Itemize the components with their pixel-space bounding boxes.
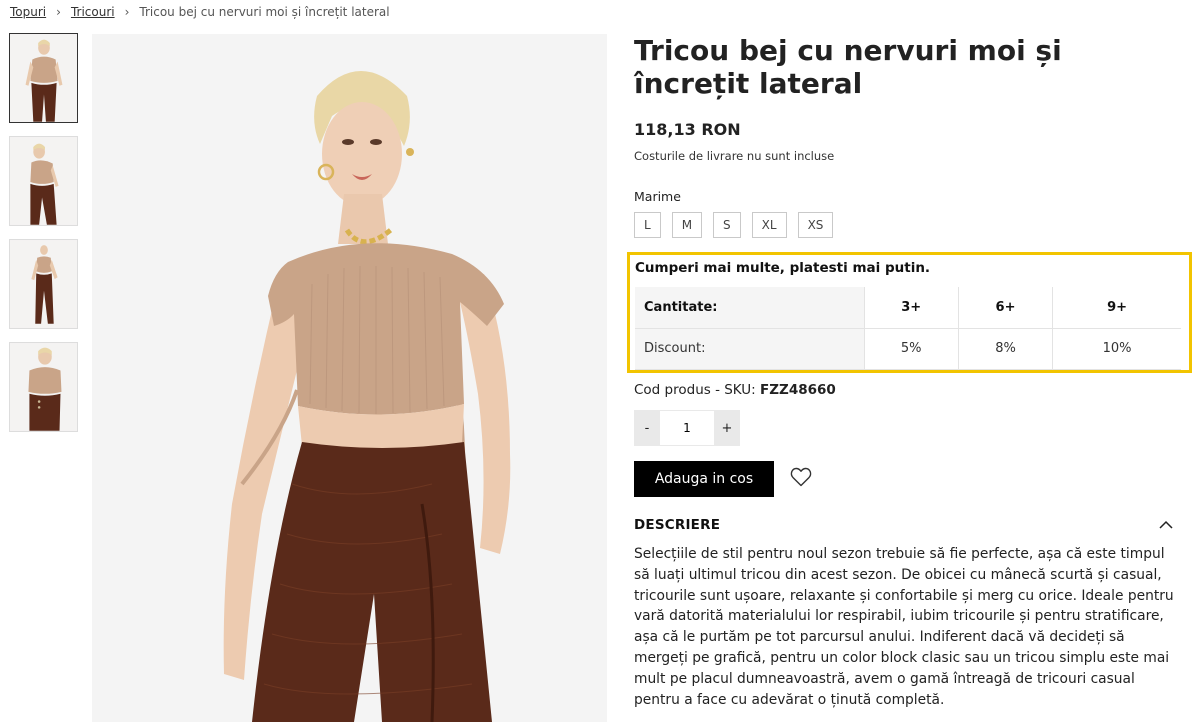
quantity-increase-button[interactable]: + <box>714 410 740 446</box>
product-thumbnail-image <box>10 137 77 225</box>
description-header[interactable]: DESCRIERE <box>634 517 1174 533</box>
shipping-note: Costurile de livrare nu sunt incluse <box>634 149 835 163</box>
product-main-image[interactable] <box>92 34 607 722</box>
product-title: Tricou bej cu nervuri moi și încrețit la… <box>634 34 1062 100</box>
quantity-discount-box: Cumperi mai multe, platesti mai putin. C… <box>627 252 1192 373</box>
heart-icon-glyph <box>790 467 812 487</box>
size-option-m[interactable]: M <box>671 212 703 238</box>
size-label: Marime <box>634 189 681 204</box>
add-to-cart-button[interactable]: Adauga in cos <box>634 461 774 497</box>
product-price: 118,13 RON <box>634 120 741 139</box>
discount-header: Discount: <box>635 328 864 370</box>
quantity-tier: 6+ <box>957 287 1053 329</box>
size-selector: L M S XL XS <box>634 212 1194 238</box>
product-thumbnail-image <box>10 240 77 328</box>
quantity-header: Cantitate: <box>635 287 864 329</box>
breadcrumb-current: Tricou bej cu nervuri moi și încrețit la… <box>139 5 390 19</box>
promo-title: Cumperi mai multe, platesti mai putin. <box>635 260 931 276</box>
product-info: Tricou bej cu nervuri moi și încrețit la… <box>634 34 1194 238</box>
table-row: Cantitate: 3+ 6+ 9+ <box>635 287 1181 329</box>
size-option-l[interactable]: L <box>634 212 661 238</box>
size-option-xl[interactable]: XL <box>751 212 787 238</box>
quantity-decrease-button[interactable]: - <box>634 410 660 446</box>
quantity-tier: 9+ <box>1052 287 1181 329</box>
quantity-stepper: - + <box>634 410 740 446</box>
size-option-xs[interactable]: XS <box>797 212 834 238</box>
sku-value: FZZ48660 <box>760 382 836 398</box>
thumbnail-1[interactable] <box>9 33 78 123</box>
heart-icon[interactable] <box>789 465 813 489</box>
description-title: DESCRIERE <box>634 517 721 533</box>
breadcrumb-link-topuri[interactable]: Topuri <box>10 5 46 19</box>
table-row: Discount: 5% 8% 10% <box>635 328 1181 370</box>
discount-value: 5% <box>863 328 959 370</box>
quantity-input[interactable] <box>660 410 714 446</box>
product-thumbnail-image <box>10 34 77 122</box>
thumbnail-4[interactable] <box>9 342 78 432</box>
thumbnail-3[interactable] <box>9 239 78 329</box>
chevron-right-icon: › <box>56 5 61 19</box>
product-photo <box>92 34 607 722</box>
description-text: Selecțiile de stil pentru noul sezon tre… <box>634 546 1174 708</box>
chevron-right-icon: › <box>124 5 130 19</box>
discount-table: Cantitate: 3+ 6+ 9+ Discount: 5% 8% 10% <box>635 287 1181 370</box>
breadcrumb: Topuri › Tricouri › Tricou bej cu nervur… <box>10 5 390 19</box>
discount-value: 8% <box>957 328 1053 370</box>
sku-label: Cod produs - SKU: <box>634 382 756 398</box>
chevron-up-icon[interactable] <box>1158 517 1174 533</box>
quantity-tier: 3+ <box>863 287 959 329</box>
breadcrumb-link-tricouri[interactable]: Tricouri <box>71 5 115 19</box>
thumbnail-gallery <box>9 33 79 445</box>
product-sku: Cod produs - SKU: FZZ48660 <box>634 382 836 398</box>
thumbnail-2[interactable] <box>9 136 78 226</box>
size-option-s[interactable]: S <box>713 212 741 238</box>
discount-value: 10% <box>1052 328 1181 370</box>
product-thumbnail-image <box>10 343 77 431</box>
